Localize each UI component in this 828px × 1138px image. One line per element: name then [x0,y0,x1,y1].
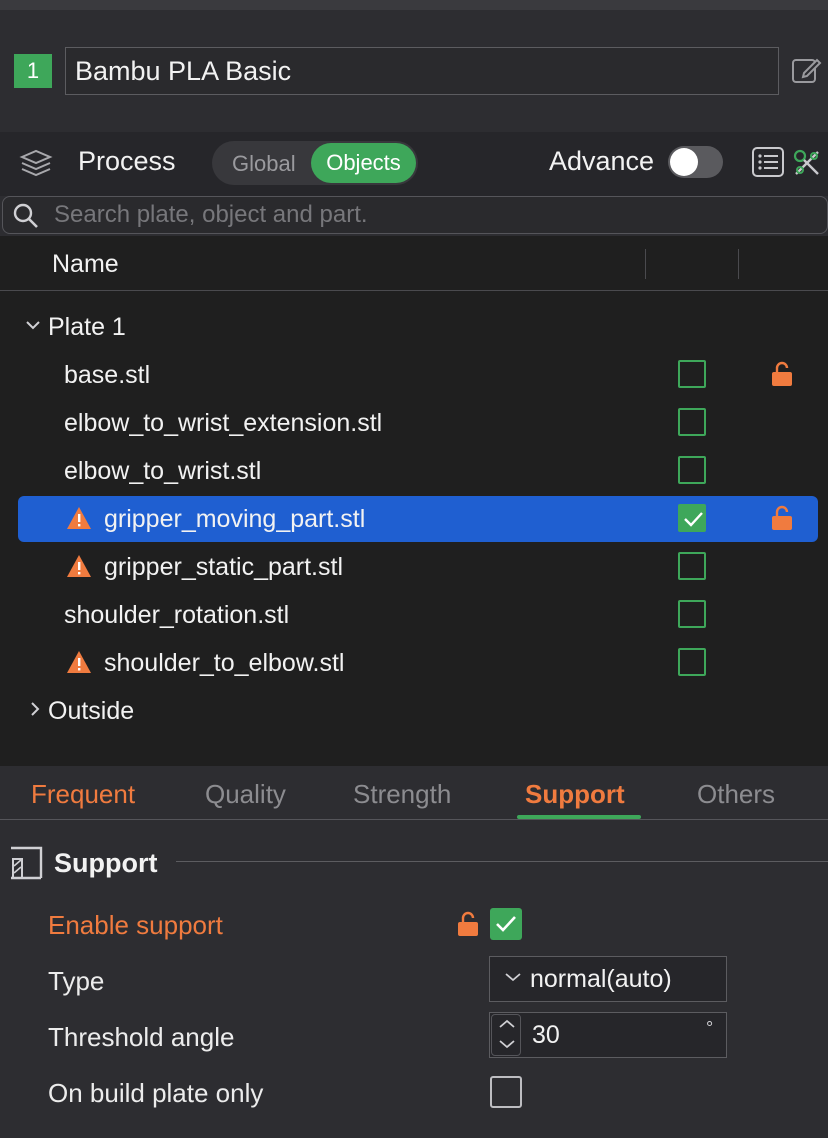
warning-icon [67,651,91,673]
object-checkbox[interactable] [678,360,706,388]
checkmark-icon [496,916,516,932]
chevron-up-icon[interactable] [494,1014,520,1034]
list-item[interactable]: shoulder_to_elbow.stl [18,640,818,686]
unlock-icon[interactable] [770,504,794,532]
list-item[interactable]: elbow_to_wrist_extension.stl [18,400,818,446]
chevron-right-icon[interactable] [26,700,44,718]
threshold-angle-value: 30 [532,1021,560,1049]
tab-quality[interactable]: Quality [205,779,286,810]
list-item[interactable]: shoulder_rotation.stl [18,592,818,638]
unlock-icon[interactable] [456,910,480,938]
search-icon [13,203,38,228]
tab-strength[interactable]: Strength [353,779,451,810]
checkmark-icon [684,512,703,527]
object-name: gripper_moving_part.stl [104,505,366,533]
list-item[interactable]: base.stl [18,352,818,398]
object-checkbox[interactable] [678,408,706,436]
object-name: shoulder_to_elbow.stl [104,649,345,677]
object-checkbox[interactable] [678,552,706,580]
filament-name: Bambu PLA Basic [75,55,292,86]
column-separator [645,249,646,279]
process-title: Process [78,146,176,176]
warning-icon [67,507,91,529]
chevron-down-icon[interactable] [503,969,523,985]
object-name: elbow_to_wrist.stl [64,457,262,485]
scope-objects-option[interactable]: Objects [311,143,416,183]
list-item[interactable]: elbow_to_wrist.stl [18,448,818,494]
list-item[interactable]: gripper_static_part.stl [18,544,818,590]
plate-row[interactable]: Plate 1 [18,304,818,350]
threshold-angle-unit: ° [706,1018,714,1038]
layers-icon [19,149,53,177]
enable-support-checkbox[interactable] [490,908,522,940]
section-divider [176,861,828,862]
outside-row[interactable]: Outside [18,688,818,734]
chevron-down-icon[interactable] [494,1034,520,1054]
list-view-icon[interactable] [751,146,785,178]
name-column-header[interactable]: Name [52,250,119,279]
scope-global-option[interactable]: Global [232,151,296,177]
search-input[interactable] [54,199,814,231]
tab-frequent[interactable]: Frequent [31,779,135,810]
warning-icon [67,555,91,577]
support-type-value: normal(auto) [530,965,672,993]
unlock-icon[interactable] [770,360,794,388]
edit-icon[interactable] [790,55,822,87]
object-checkbox[interactable] [678,504,706,532]
object-checkbox[interactable] [678,600,706,628]
tabs-divider [0,819,828,820]
enable-support-label: Enable support [48,910,223,940]
filament-name-field[interactable]: Bambu PLA Basic [65,47,779,95]
object-name: elbow_to_wrist_extension.stl [64,409,383,437]
threshold-angle-input[interactable] [489,1012,727,1058]
tools-icon[interactable] [791,147,823,179]
top-strip [0,0,828,10]
advance-toggle[interactable] [668,146,723,178]
chevron-down-icon[interactable] [24,316,42,334]
type-label: Type [48,966,105,996]
object-name: base.stl [64,361,151,389]
header-divider [0,290,828,291]
column-separator [738,249,739,279]
tab-support[interactable]: Support [525,779,625,810]
section-title: Support [54,848,158,878]
filament-index-badge: 1 [14,54,52,88]
list-item-selected[interactable]: gripper_moving_part.stl [18,496,818,542]
threshold-angle-label: Threshold angle [48,1022,235,1052]
outside-label: Outside [48,697,135,725]
object-name: gripper_static_part.stl [104,553,344,581]
build-plate-only-checkbox[interactable] [490,1076,522,1108]
object-checkbox[interactable] [678,456,706,484]
tab-others[interactable]: Others [697,779,775,810]
build-plate-only-label: On build plate only [48,1078,264,1108]
object-name: shoulder_rotation.stl [64,601,290,629]
plate-label: Plate 1 [48,313,126,341]
object-checkbox[interactable] [678,648,706,676]
support-icon [11,846,43,880]
advance-label: Advance [549,146,655,176]
